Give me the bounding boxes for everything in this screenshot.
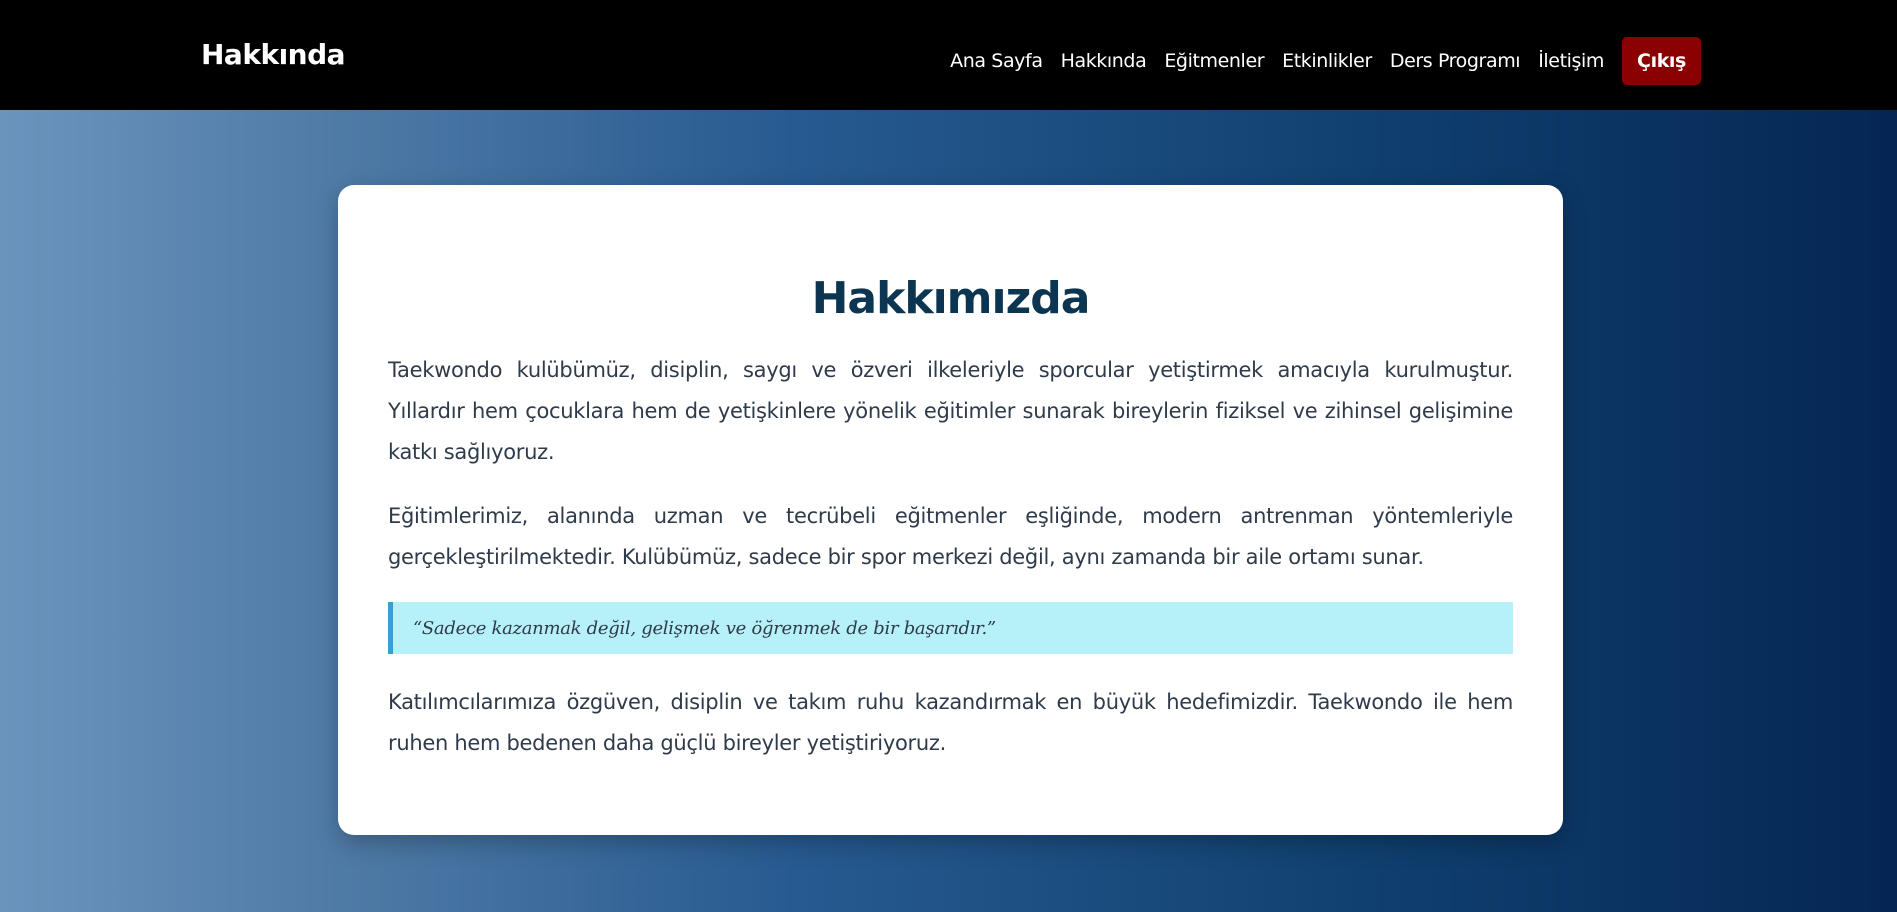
main-nav: Ana Sayfa Hakkında Eğitmenler Etkinlikle…: [950, 37, 1701, 85]
nav-link-schedule[interactable]: Ders Programı: [1390, 50, 1521, 72]
about-paragraph-1: Taekwondo kulübümüz, disiplin, saygı ve …: [388, 358, 1513, 464]
logout-button[interactable]: Çıkış: [1622, 37, 1701, 85]
about-card: Hakkımızda Taekwondo kulübümüz, disiplin…: [338, 185, 1563, 835]
quote-text: “Sadece kazanmak değil, gelişmek ve öğre…: [413, 617, 996, 639]
nav-link-instructors[interactable]: Eğitmenler: [1164, 50, 1264, 72]
about-paragraph-3: Katılımcılarımıza özgüven, disiplin ve t…: [388, 690, 1513, 755]
motto-quote: “Sadece kazanmak değil, gelişmek ve öğre…: [388, 602, 1513, 654]
top-navbar: Hakkında Ana Sayfa Hakkında Eğitmenler E…: [0, 0, 1897, 110]
page-title: Hakkımızda: [811, 273, 1091, 324]
about-paragraph-2: Eğitimlerimiz, alanında uzman ve tecrübe…: [388, 504, 1513, 569]
nav-link-about[interactable]: Hakkında: [1061, 50, 1147, 72]
nav-link-contact[interactable]: İletişim: [1538, 50, 1604, 72]
nav-link-home[interactable]: Ana Sayfa: [950, 50, 1043, 72]
nav-link-events[interactable]: Etkinlikler: [1282, 50, 1372, 72]
brand-title[interactable]: Hakkında: [201, 38, 346, 71]
